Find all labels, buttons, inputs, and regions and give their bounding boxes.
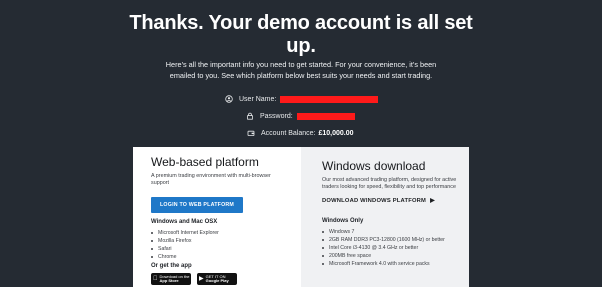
password-row: Password: xyxy=(246,112,355,120)
wallet-icon xyxy=(247,129,255,137)
password-redaction xyxy=(296,112,355,120)
requirement-text: 200MB free space xyxy=(329,253,372,259)
store-badges:  Download on the App Store ▶ GET IT ON … xyxy=(151,273,289,285)
page-title-line-2: up. xyxy=(286,35,316,57)
page-title: Thanks. Your demo account is all set up. xyxy=(120,12,482,58)
password-label: Password: xyxy=(260,112,293,120)
page-subtitle-line-2: emailed to you. See which platform below… xyxy=(169,71,433,80)
browser-name: Safari xyxy=(158,246,172,252)
login-web-platform-button[interactable]: LOGIN TO WEB PLATFORM xyxy=(151,197,244,213)
user-circle-icon xyxy=(225,95,233,103)
page-title-line-1: Thanks. Your demo account is all set xyxy=(129,12,473,34)
requirement-text: 2GB RAM DDR3 PC3-12800 (1600 MHz) or bet… xyxy=(329,237,445,243)
list-item: Microsoft Framework 4.0 with service pac… xyxy=(322,260,461,268)
bullet-icon xyxy=(151,232,153,234)
windows-download-description: Our most advanced trading platform, desi… xyxy=(322,177,457,190)
page-subtitle-line-1: Here's all the important info you need t… xyxy=(165,60,437,69)
bullet-icon xyxy=(151,248,153,250)
app-store-button[interactable]:  Download on the App Store xyxy=(151,273,191,285)
windows-only-heading: Windows Only xyxy=(322,218,364,224)
list-item: Microsoft Internet Explorer xyxy=(151,229,289,237)
browser-list: Microsoft Internet Explorer Mozilla Fire… xyxy=(151,229,289,261)
list-item: 200MB free space xyxy=(322,252,461,260)
bullet-icon xyxy=(322,263,324,265)
windows-download-panel: Windows download Our most advanced tradi… xyxy=(301,147,469,287)
username-row: User Name: xyxy=(225,95,379,103)
bullet-icon xyxy=(322,255,324,257)
username-redaction xyxy=(280,95,379,103)
requirements-list: Windows 7 2GB RAM DDR3 PC3-12800 (1600 M… xyxy=(322,228,461,268)
bullet-icon xyxy=(151,256,153,258)
browser-name: Microsoft Internet Explorer xyxy=(158,230,219,236)
google-play-button[interactable]: ▶ GET IT ON Google Play xyxy=(197,273,237,285)
google-play-text: GET IT ON Google Play xyxy=(206,274,229,284)
list-item: Intel Core i3-4130 @ 3.4 GHz or better xyxy=(322,244,461,252)
app-store-text: Download on the App Store xyxy=(160,274,190,284)
list-item: 2GB RAM DDR3 PC3-12800 (1600 MHz) or bet… xyxy=(322,236,461,244)
web-platform-description: A premium trading environment with multi… xyxy=(151,173,271,186)
bullet-icon xyxy=(322,239,324,241)
lock-icon xyxy=(246,112,254,120)
balance-value: £10,000.00 xyxy=(318,129,354,137)
arrow-right-icon: ▶ xyxy=(430,198,435,204)
download-windows-platform-link[interactable]: DOWNLOAD WINDOWS PLATFORM ▶ xyxy=(322,197,461,205)
windows-download-title: Windows download xyxy=(322,159,426,173)
web-os-heading: Windows and Mac OSX xyxy=(151,219,218,225)
list-item: Windows 7 xyxy=(322,228,461,236)
list-item: Mozilla Firefox xyxy=(151,237,289,245)
web-platform-panel: Web-based platform A premium trading env… xyxy=(133,147,301,287)
browser-name: Mozilla Firefox xyxy=(158,238,192,244)
balance-row: Account Balance: £10,000.00 xyxy=(247,129,354,137)
web-platform-title: Web-based platform xyxy=(151,155,259,169)
list-item: Chrome xyxy=(151,253,289,261)
bullet-icon xyxy=(322,231,324,233)
app-heading: Or get the app xyxy=(151,263,192,269)
requirement-text: Intel Core i3-4130 @ 3.4 GHz or better xyxy=(329,245,419,251)
bullet-icon xyxy=(322,247,324,249)
balance-label: Account Balance: xyxy=(261,129,316,137)
list-item: Safari xyxy=(151,245,289,253)
username-label: User Name: xyxy=(239,95,277,103)
bullet-icon xyxy=(151,240,153,242)
requirement-text: Windows 7 xyxy=(329,229,355,235)
requirement-text: Microsoft Framework 4.0 with service pac… xyxy=(329,261,430,267)
page-subtitle: Here's all the important info you need t… xyxy=(140,59,462,81)
browser-name: Chrome xyxy=(158,254,177,260)
download-windows-label: DOWNLOAD WINDOWS PLATFORM xyxy=(322,197,427,204)
